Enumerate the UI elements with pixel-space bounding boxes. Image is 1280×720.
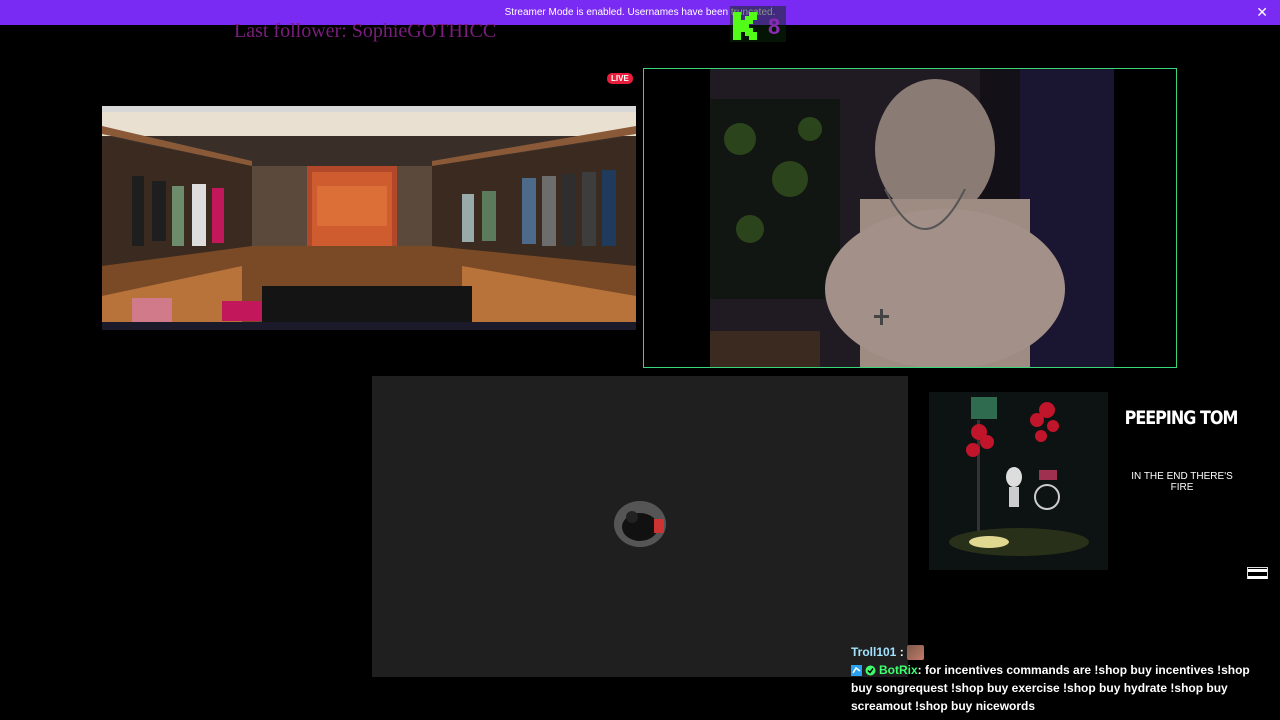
streamer-mode-banner: Streamer Mode is enabled. Usernames have…: [0, 0, 1280, 25]
svg-text:8: 8: [768, 14, 780, 39]
emote-icon: [907, 645, 925, 661]
chat-separator: :: [917, 663, 926, 677]
now-playing-lyric: IN THE END THERE'S FIRE: [1131, 471, 1233, 493]
game-scene-image: [102, 106, 636, 330]
bot-badge-icon: [851, 665, 862, 677]
parental-advisory-icon: [1247, 567, 1268, 579]
chat-separator: :: [896, 645, 904, 659]
webcam-video: [710, 69, 1114, 367]
kick-logo: 8: [730, 6, 786, 42]
last-follower-label: Last follower: SophieGOTHICC: [234, 20, 497, 42]
voice-call-panel: [372, 376, 908, 677]
chat-overlay: Troll101 : BotRix: for incentives comman…: [851, 643, 1271, 715]
chat-message: BotRix: for incentives commands are !sho…: [851, 661, 1271, 715]
avatar: [614, 501, 666, 547]
album-art: [929, 392, 1108, 570]
close-icon[interactable]: ✕: [1256, 4, 1268, 20]
chat-message: Troll101 :: [851, 643, 1271, 661]
now-playing-title: PEEPING TOM: [1124, 406, 1239, 429]
live-badge: LIVE: [607, 73, 633, 84]
chat-username: Troll101: [851, 645, 897, 659]
game-capture: [102, 106, 636, 330]
verified-badge-icon: [865, 665, 876, 676]
chat-username: BotRix: [879, 663, 918, 677]
webcam-frame: [643, 68, 1177, 368]
